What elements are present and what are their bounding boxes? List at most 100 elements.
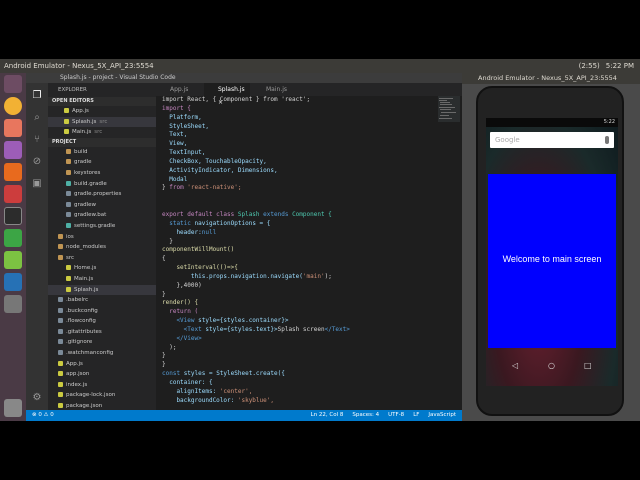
tree-file[interactable]: gradlew [48,200,156,211]
open-editor-name: Main.js [72,129,92,136]
tree-file[interactable]: Main.js [48,274,156,285]
open-editors-list: App.js Splash.js src Main.js src [48,106,156,138]
tree-file[interactable]: gradlew.bat [48,210,156,221]
folder-icon [66,148,71,154]
tree-file[interactable]: app.json [48,369,156,380]
code-token: style={styles.container}> [198,317,289,325]
chrome-icon[interactable] [4,97,22,115]
tree-file[interactable]: build.gradle [48,179,156,190]
explorer-sidebar: EXPLORER OPEN EDITORS App.js Splash.js src… [48,83,156,410]
files-icon[interactable] [4,119,22,137]
tree-file[interactable]: .flowconfig [48,316,156,327]
indentation[interactable]: Spaces: 4 [352,410,379,421]
search-icon[interactable]: ⌕ [30,111,44,125]
code-line: Modal [156,176,436,185]
code-token: TextInput, [162,149,206,157]
open-editor-item[interactable]: Main.js src [48,127,156,138]
tree-file[interactable]: App.js [48,359,156,370]
vlc-icon[interactable] [4,163,22,181]
vscode-launcher-icon[interactable] [4,273,22,291]
tree-file[interactable]: gradle.properties [48,189,156,200]
android-icon[interactable] [4,251,22,269]
tree-file[interactable]: package.json [48,401,156,410]
source-control-icon[interactable]: ⑂ [30,133,44,147]
open-editor-item[interactable]: Splash.js src [48,116,156,128]
folder-icon [58,244,63,250]
code-editor[interactable]: import React, { Component } from 'react'… [156,96,436,410]
file-icon [66,180,71,186]
tab-main-js[interactable]: Main.js [252,83,298,96]
tree-file[interactable]: .babelrc [48,295,156,306]
dash-icon[interactable] [4,75,22,93]
tree-file[interactable]: Home.js [48,263,156,274]
android-studio-icon[interactable] [4,229,22,247]
emulator-window: Android Emulator - Nexus_5X_API_23:5554 … [462,73,640,421]
recents-icon[interactable]: □ [584,361,592,370]
file-icon [58,371,63,377]
tree-file[interactable]: .gitignore [48,337,156,348]
system-tray: (2:55) 5:22 PM [579,59,634,73]
tree-folder[interactable]: keystores [48,168,156,179]
open-editor-item[interactable]: App.js [48,106,156,117]
clock[interactable]: 5:22 PM [606,59,634,73]
explorer-icon[interactable]: ❐ [30,89,44,103]
code-token: 'skyblue', [237,396,274,404]
phone-screen[interactable]: 5:22 Google Welcome to main screen ◁ ○ □ [486,118,618,386]
terminal-icon[interactable] [4,207,22,225]
gear-icon[interactable]: ⚙ [30,391,44,405]
code-token: import React, { Component } from 'react'… [162,96,311,103]
open-editors-section[interactable]: OPEN EDITORS [48,97,156,106]
encoding[interactable]: UTF-8 [388,410,404,421]
file-icon [66,265,71,271]
code-token: } [162,290,166,298]
trash-icon[interactable] [4,399,22,417]
problems-indicator[interactable]: ⊗ 0 ⚠ 0 [32,410,54,421]
code-token: import { [162,104,191,112]
code-token: styles = StyleSheet.create({ [183,370,285,378]
tab-app-js[interactable]: App.js [156,83,202,96]
tree-file[interactable]: .gitattributes [48,327,156,338]
tree-file[interactable]: index.js [48,380,156,391]
js-file-icon [64,118,69,124]
tree-file[interactable]: .watchmanconfig [48,348,156,359]
code-token: componentWillMount() [162,246,235,254]
code-token: backgroundColor: [162,396,238,404]
tree-folder[interactable]: node_modules [48,242,156,253]
mic-icon[interactable] [605,136,609,144]
extensions-icon[interactable]: ▣ [30,177,44,191]
minimap[interactable] [438,96,460,176]
language-mode[interactable]: JavaScript [428,410,456,421]
software-center-icon[interactable] [4,185,22,203]
phone-frame: 5:22 Google Welcome to main screen ◁ ○ □ [476,86,624,416]
code-token: Modal [162,175,188,183]
desktop-bottom [0,421,640,480]
tree-folder[interactable]: ios [48,232,156,243]
tree-file[interactable]: .buckconfig [48,306,156,317]
tab-splash-js[interactable]: Splash.js × [204,83,250,106]
tree-item-label: gradle.properties [74,191,122,198]
line-ending[interactable]: LF [413,410,419,421]
tree-item-label: build.gradle [74,180,107,187]
project-section[interactable]: PROJECT [48,137,156,147]
settings-icon[interactable] [4,141,22,159]
code-line: backgroundColor: 'skyblue', [156,397,436,406]
cursor-position[interactable]: Ln 22, Col 8 [311,410,344,421]
tree-file[interactable]: package-lock.json [48,390,156,401]
tree-folder[interactable]: gradle [48,157,156,168]
emulator-title-bar: Android Emulator - Nexus_5X_API_23:5554 [462,73,640,84]
tree-folder[interactable]: build [48,147,156,158]
back-icon[interactable]: ◁ [512,361,518,370]
tree-file[interactable]: settings.gradle [48,221,156,232]
file-icon [58,360,63,366]
tree-file[interactable]: Splash.js [48,284,156,296]
tree-item-label: Main.js [74,275,94,282]
code-line: TextInput, [156,149,436,158]
debug-icon[interactable]: ⊘ [30,155,44,169]
code-token: Splash screen [277,325,325,333]
tree-folder[interactable]: src [48,253,156,264]
battery-indicator[interactable]: (2:55) [579,59,600,73]
home-icon[interactable]: ○ [548,361,555,370]
code-token: 'main' [302,272,325,280]
app-icon[interactable] [4,295,22,313]
google-search-bar[interactable]: Google [490,132,614,148]
